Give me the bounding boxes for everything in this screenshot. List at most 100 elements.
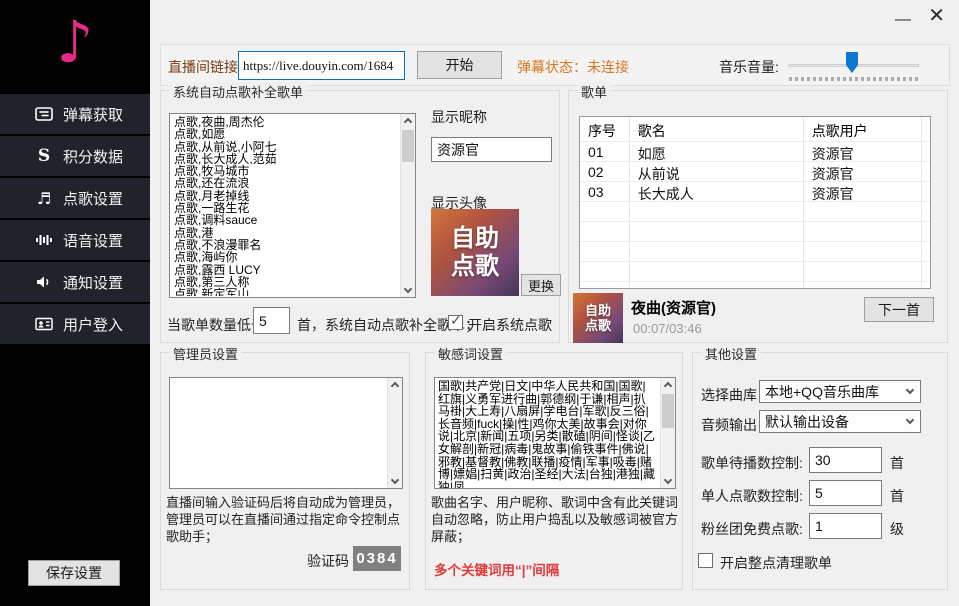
admin-group: 管理员设置 直播间输入验证码后将自动成为管理员，管理员可以在直播间通过指定命令控… <box>160 352 410 590</box>
cell-song: 如愿 <box>630 142 804 161</box>
scrollbar-thumb[interactable] <box>662 394 674 428</box>
other-settings-group: 其他设置 选择曲库 本地+QQ音乐曲库 音频输出 默认输出设备 歌单待播数控制:… <box>692 352 948 590</box>
cell-filler <box>922 202 930 221</box>
system-song-checkbox[interactable] <box>448 315 463 330</box>
volume-slider-thumb[interactable] <box>846 52 858 73</box>
song-list-scrollbar[interactable] <box>400 114 415 297</box>
queue-count-unit: 首 <box>890 453 904 473</box>
voice-settings-icon <box>34 231 54 249</box>
audio-output-select-value: 默认输出设备 <box>765 412 849 432</box>
sidebar-item-1[interactable]: 弹幕获取 <box>0 94 150 134</box>
nickname-label: 显示昵称 <box>431 107 487 127</box>
cell-user <box>804 262 922 281</box>
sensitive-textarea-scrollbar[interactable] <box>660 378 675 488</box>
playlist-table[interactable]: 序号 歌名 点歌用户 01如愿资源官02从前说资源官03长大成人资源官 <box>579 116 931 289</box>
cell-user <box>804 202 922 221</box>
cell-index: 01 <box>580 142 630 161</box>
save-settings-button[interactable]: 保存设置 <box>28 560 120 586</box>
avatar-text-line2: 点歌 <box>451 253 499 281</box>
playlist-empty-row <box>580 242 930 262</box>
audio-output-select[interactable]: 默认输出设备 <box>759 410 921 433</box>
playlist-row[interactable]: 02从前说资源官 <box>580 162 930 182</box>
scrollbar-thumb[interactable] <box>402 130 414 162</box>
song-list-item[interactable]: 点歌,露西 LUCY <box>174 264 400 276</box>
sidebar-item-2[interactable]: S积分数据 <box>0 136 150 176</box>
sensitive-words-textarea[interactable]: 国歌|共产党|日文|中华人民共和国|国歌|红旗|义勇军进行曲|郭德纲|于谦|相声… <box>434 377 676 489</box>
cell-index <box>580 282 630 289</box>
cell-song <box>630 222 804 241</box>
cell-user: 资源官 <box>804 162 922 181</box>
playlist-row[interactable]: 03长大成人资源官 <box>580 182 930 202</box>
song-list-item[interactable]: 点歌,调料sauce <box>174 214 400 226</box>
sidebar-item-label: 语音设置 <box>63 230 123 251</box>
user-login-icon <box>34 315 54 333</box>
cell-index <box>580 242 630 261</box>
song-list-item[interactable]: 点歌,还在流浪 <box>174 177 400 189</box>
scroll-down-icon[interactable] <box>391 476 399 484</box>
scroll-up-icon[interactable] <box>391 382 399 390</box>
avatar-image: 自助 点歌 <box>431 209 519 296</box>
auto-song-listbox[interactable]: 点歌,夜曲,周杰伦点歌,如愿点歌,从前说,小阿七点歌,长大成人,范茹点歌,牧马城… <box>169 113 416 298</box>
playlist-group: 歌单 序号 歌名 点歌用户 01如愿资源官02从前说资源官03长大成人资源官 自… <box>568 90 948 343</box>
now-playing-time: 00:07/03:46 <box>633 321 702 336</box>
live-link-input[interactable] <box>238 51 405 80</box>
song-settings-icon: ♬ <box>34 189 54 207</box>
sensitive-description: 歌曲名字、用户昵称、歌词中含有此关键词自动忽略，防止用户捣乱以及敏感词被官方屏蔽… <box>431 495 679 546</box>
system-song-checkbox-label: 开启系统点歌 <box>468 315 552 335</box>
topbar-panel: 直播间链接: 开始 弹幕状态：未连接 音乐音量: <box>160 44 950 86</box>
next-song-button[interactable]: 下一首 <box>864 297 934 322</box>
queue-count-input[interactable] <box>809 447 882 473</box>
cell-filler <box>922 282 930 289</box>
sidebar-item-3[interactable]: ♬点歌设置 <box>0 178 150 218</box>
threshold-input[interactable] <box>253 307 290 334</box>
cell-filler <box>922 262 930 281</box>
admin-textarea-scrollbar[interactable] <box>387 378 402 488</box>
cell-song: 长大成人 <box>630 182 804 201</box>
song-list-item[interactable]: 点歌,如愿 <box>174 128 400 140</box>
now-playing-title: 夜曲(资源官) <box>631 297 716 318</box>
sidebar: ♪ 弹幕获取S积分数据♬点歌设置语音设置通知设置用户登入 保存设置 <box>0 0 150 606</box>
fans-free-unit: 级 <box>890 519 904 539</box>
sensitive-words-group: 敏感词设置 国歌|共产党|日文|中华人民共和国|国歌|红旗|义勇军进行曲|郭德纲… <box>425 352 683 590</box>
scroll-down-icon[interactable] <box>664 476 672 484</box>
change-avatar-button[interactable]: 更换 <box>521 274 561 296</box>
sidebar-item-4[interactable]: 语音设置 <box>0 220 150 260</box>
close-button[interactable]: ✕ <box>928 6 945 26</box>
admin-textarea[interactable] <box>169 377 403 489</box>
scroll-up-icon[interactable] <box>664 382 672 390</box>
playlist-empty-row <box>580 202 930 222</box>
now-playing-thumbnail: 自助 点歌 <box>573 293 623 343</box>
other-settings-group-title: 其他设置 <box>701 344 761 363</box>
cell-user: 资源官 <box>804 142 922 161</box>
person-count-input[interactable] <box>809 480 882 506</box>
playlist-row[interactable]: 01如愿资源官 <box>580 142 930 162</box>
minimize-button[interactable]: — <box>895 10 911 30</box>
song-list-item[interactable]: 点歌,新定军山 <box>174 288 400 296</box>
cell-song <box>630 262 804 281</box>
chevron-down-icon <box>906 416 914 424</box>
hourly-clean-checkbox[interactable] <box>698 553 713 568</box>
library-label: 选择曲库 <box>701 385 757 405</box>
library-select[interactable]: 本地+QQ音乐曲库 <box>759 380 921 403</box>
scroll-up-icon[interactable] <box>404 118 412 126</box>
fans-free-input[interactable] <box>809 513 882 539</box>
person-count-label: 单人点歌数控制: <box>701 486 803 506</box>
song-list-item[interactable]: 点歌,海屿你 <box>174 251 400 263</box>
scroll-down-icon[interactable] <box>404 285 412 293</box>
cell-song: 从前说 <box>630 162 804 181</box>
sidebar-item-6[interactable]: 用户登入 <box>0 304 150 344</box>
person-count-unit: 首 <box>890 486 904 506</box>
avatar-text-line1: 自助 <box>451 225 499 253</box>
sidebar-item-5[interactable]: 通知设置 <box>0 262 150 302</box>
cell-song <box>630 202 804 221</box>
sidebar-item-label: 通知设置 <box>63 272 123 293</box>
danmaku-icon <box>34 105 54 123</box>
start-button[interactable]: 开始 <box>417 51 502 79</box>
auto-playlist-group-title: 系统自动点歌补全歌单 <box>169 82 307 101</box>
cell-filler <box>922 142 930 161</box>
audio-output-label: 音频输出 <box>701 415 757 435</box>
nickname-input[interactable] <box>431 137 552 162</box>
cell-index <box>580 202 630 221</box>
live-link-label: 直播间链接: <box>168 57 242 77</box>
points-icon: S <box>34 147 54 165</box>
